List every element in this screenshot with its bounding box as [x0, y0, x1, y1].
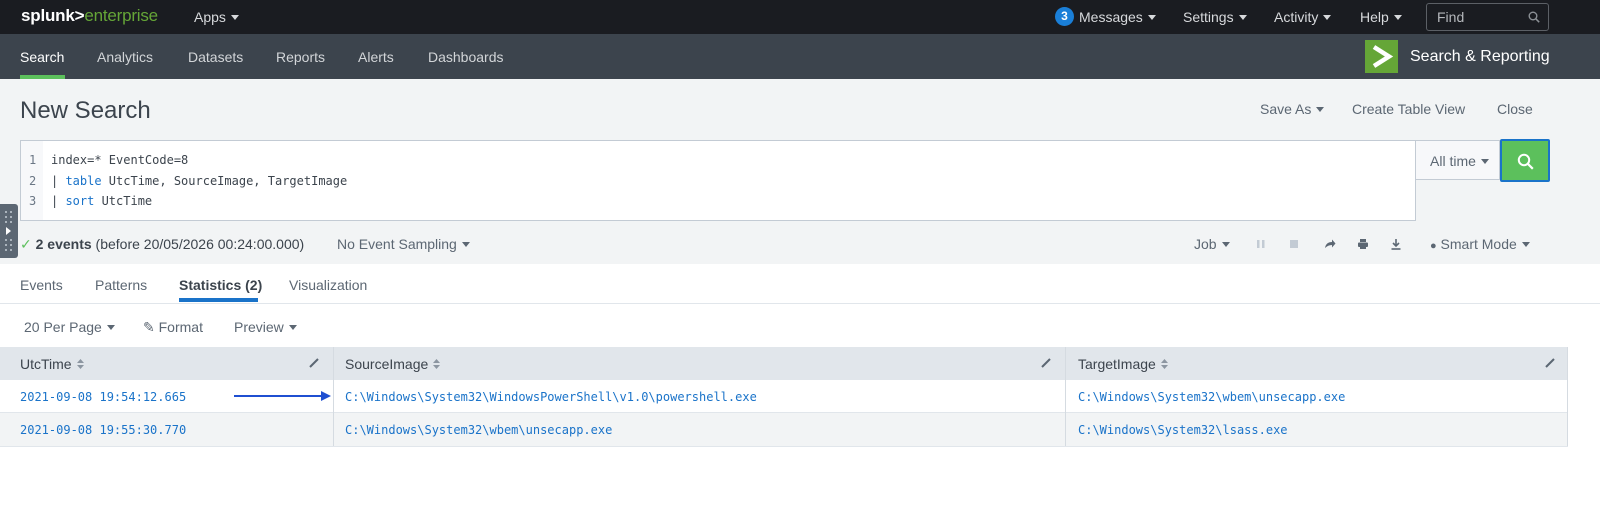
sort-icon	[76, 359, 84, 370]
format-button[interactable]: ✎ Format	[143, 319, 203, 336]
export-icon[interactable]	[1390, 238, 1402, 250]
find-input[interactable]: Find	[1426, 3, 1549, 31]
table-cell-utctime[interactable]: 2021-09-08 19:54:12.665	[20, 390, 186, 404]
run-search-button[interactable]	[1500, 139, 1550, 182]
nav-alerts[interactable]: Alerts	[358, 49, 394, 65]
activity-menu[interactable]: Activity	[1274, 9, 1332, 25]
event-sampling-dropdown[interactable]: No Event Sampling	[337, 236, 470, 252]
column-header-targetimage[interactable]: TargetImage	[1078, 356, 1168, 372]
chevron-down-icon	[106, 324, 115, 330]
chevron-down-icon	[1521, 241, 1530, 247]
chevron-down-icon	[1316, 106, 1325, 112]
top-navigation-bar: splunk>enterprise Apps 3 Messages Settin…	[0, 0, 1600, 34]
chevron-down-icon	[1238, 14, 1247, 20]
table-header	[0, 347, 1568, 380]
save-as-button[interactable]: Save As	[1260, 101, 1325, 117]
page-title: New Search	[20, 97, 151, 124]
grip-icon	[5, 211, 12, 251]
column-divider	[1065, 347, 1066, 446]
app-title[interactable]: Search & Reporting	[1410, 48, 1550, 66]
annotation-arrow-icon	[234, 391, 331, 401]
table-cell-sourceimage[interactable]: C:\Windows\System32\wbem\unsecapp.exe	[345, 423, 612, 437]
table-cell-sourceimage[interactable]: C:\Windows\System32\WindowsPowerShell\v1…	[345, 390, 757, 404]
nav-datasets[interactable]: Datasets	[188, 49, 243, 65]
column-header-utctime[interactable]: UtcTime	[20, 356, 84, 372]
query-command: sort	[65, 194, 95, 208]
query-line-1: index=* EventCode=8	[51, 153, 189, 167]
settings-menu[interactable]: Settings	[1183, 9, 1247, 25]
share-icon[interactable]	[1324, 238, 1336, 250]
search-status: ✓ 2 events (before 20/05/2026 00:24:00.0…	[20, 236, 305, 252]
print-icon[interactable]	[1357, 238, 1369, 250]
checkmark-icon: ✓	[20, 236, 32, 252]
search-icon[interactable]	[1528, 11, 1540, 23]
preview-dropdown[interactable]: Preview	[234, 319, 297, 335]
chevron-down-icon	[1393, 14, 1402, 20]
column-divider	[1567, 347, 1568, 446]
tab-visualization[interactable]: Visualization	[289, 277, 367, 293]
close-button[interactable]: Close	[1497, 101, 1533, 117]
edit-column-icon[interactable]	[1040, 357, 1052, 369]
sort-icon	[433, 359, 441, 370]
chevron-down-icon	[288, 324, 297, 330]
row-divider	[0, 446, 1568, 447]
messages-menu[interactable]: Messages	[1079, 9, 1156, 25]
chevron-down-icon	[1480, 158, 1489, 164]
chevron-down-icon	[1147, 14, 1156, 20]
chevron-down-icon	[1323, 14, 1332, 20]
table-cell-utctime[interactable]: 2021-09-08 19:55:30.770	[20, 423, 186, 437]
time-range-picker[interactable]: All time	[1416, 140, 1500, 180]
active-tab-indicator	[179, 298, 258, 302]
line-number: 2	[29, 174, 37, 188]
column-header-sourceimage[interactable]: SourceImage	[345, 356, 441, 372]
tab-statistics[interactable]: Statistics (2)	[179, 277, 262, 293]
apps-menu[interactable]: Apps	[194, 9, 239, 25]
line-number: 1	[29, 153, 37, 167]
bulb-icon: ●	[1430, 240, 1437, 252]
query-command: table	[65, 174, 102, 188]
query-line-3: | sort UtcTime	[51, 194, 153, 208]
job-menu[interactable]: Job	[1194, 236, 1230, 252]
column-divider	[333, 347, 334, 446]
edit-column-icon[interactable]	[308, 357, 320, 369]
table-cell-targetimage[interactable]: C:\Windows\System32\wbem\unsecapp.exe	[1078, 390, 1345, 404]
nav-search[interactable]: Search	[20, 49, 64, 65]
create-table-view-button[interactable]: Create Table View	[1352, 101, 1465, 117]
query-line-2: | table UtcTime, SourceImage, TargetImag…	[51, 174, 348, 188]
pencil-icon: ✎	[143, 319, 155, 335]
chevron-down-icon	[461, 241, 470, 247]
tab-divider	[0, 303, 1600, 304]
tab-events[interactable]: Events	[20, 277, 63, 293]
nav-analytics[interactable]: Analytics	[97, 49, 153, 65]
messages-count-badge[interactable]: 3	[1055, 7, 1074, 26]
sidebar-expand-handle[interactable]	[0, 204, 18, 258]
line-number: 3	[29, 194, 37, 208]
search-mode-dropdown[interactable]: ● Smart Mode	[1430, 236, 1530, 252]
nav-dashboards[interactable]: Dashboards	[428, 49, 504, 65]
chevron-down-icon	[230, 14, 239, 20]
splunk-logo[interactable]: splunk>enterprise	[21, 6, 158, 26]
app-logo-icon	[1365, 40, 1398, 73]
help-menu[interactable]: Help	[1360, 9, 1402, 25]
pause-icon[interactable]	[1255, 238, 1267, 250]
sort-icon	[1160, 359, 1168, 370]
table-row	[0, 413, 1568, 446]
search-query-editor[interactable]: 1 2 3 index=* EventCode=8 | table UtcTim…	[20, 140, 1416, 221]
nav-reports[interactable]: Reports	[276, 49, 325, 65]
edit-column-icon[interactable]	[1544, 357, 1556, 369]
per-page-dropdown[interactable]: 20 Per Page	[24, 319, 115, 335]
stop-icon[interactable]	[1288, 238, 1300, 250]
tab-patterns[interactable]: Patterns	[95, 277, 147, 293]
chevron-down-icon	[1221, 241, 1230, 247]
search-icon	[1517, 153, 1534, 170]
table-cell-targetimage[interactable]: C:\Windows\System32\lsass.exe	[1078, 423, 1288, 437]
